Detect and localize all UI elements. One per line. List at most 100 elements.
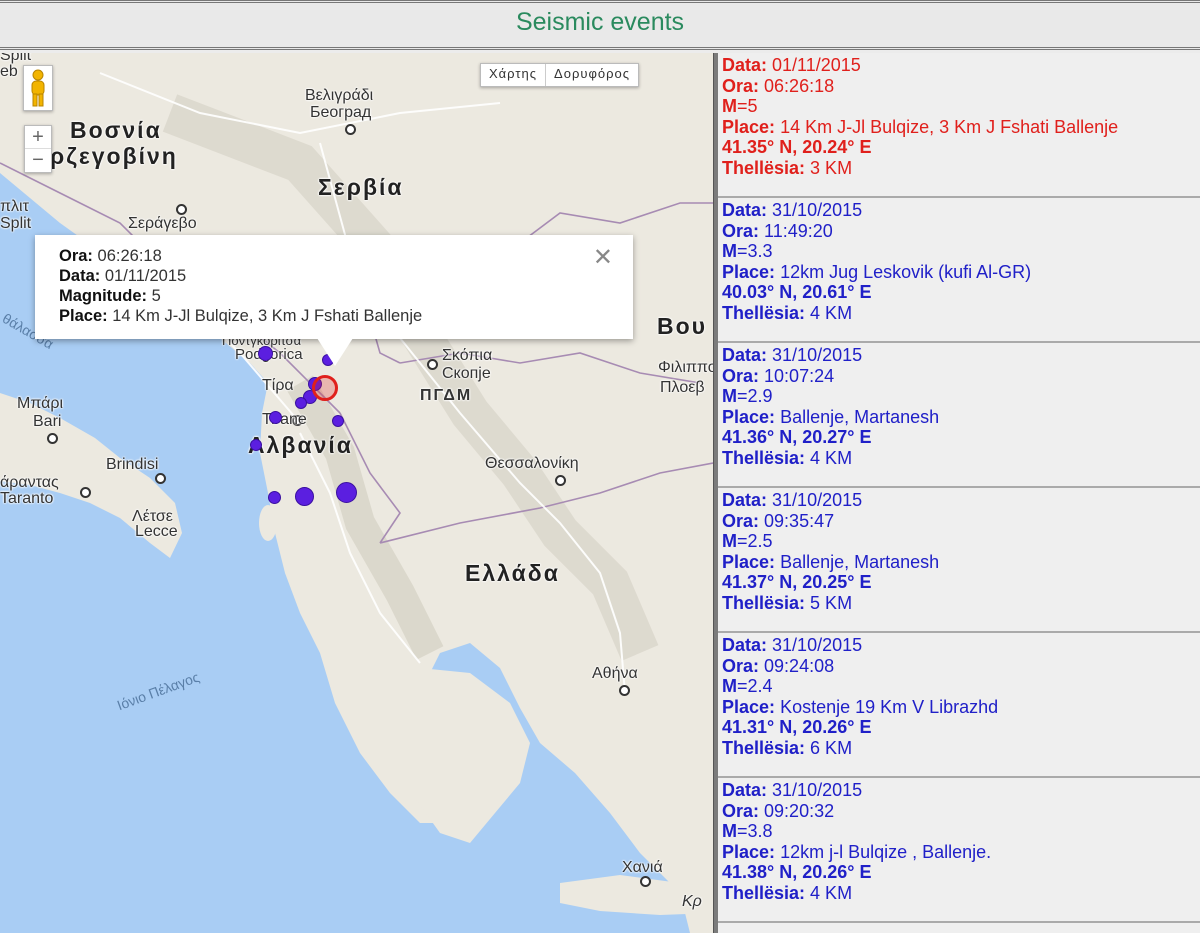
event-depth: Thellësia: 3 KM (722, 157, 853, 178)
event-coordinates: 41.36° N, 20.27° E (722, 427, 872, 447)
city-marker (640, 876, 651, 887)
zoom-in-button[interactable]: + (25, 126, 51, 149)
event-item[interactable]: Data: 31/10/2015 Ora: 09:20:32 M=3.8 Place:… (718, 778, 1200, 923)
map-label-city: Београд (310, 104, 372, 121)
page-title: Seismic events (515, 8, 685, 36)
event-depth: Thellësia: 5 KM (722, 592, 853, 613)
zoom-control: + − (24, 125, 52, 173)
popup-tail (317, 338, 353, 366)
popup-label: Data: (59, 267, 101, 285)
event-time: Ora: 11:49:20 (722, 220, 833, 241)
event-magnitude: M=5 (722, 96, 758, 116)
map-label-city: Πλοεβ (660, 379, 705, 396)
map-type-satellite-button[interactable]: Δορυφόρος (546, 64, 638, 86)
event-date: Data: 31/10/2015 (722, 780, 863, 800)
map-label-country: Βου (657, 313, 708, 339)
city-marker (155, 473, 166, 484)
event-marker[interactable] (258, 346, 273, 361)
map-label-city: Σεράγεβο (128, 215, 197, 232)
event-magnitude: M=2.5 (722, 531, 773, 551)
popup-label: Ora: (59, 247, 93, 265)
event-magnitude: M=2.4 (722, 676, 773, 696)
map-label-city: Μπάρι (17, 395, 64, 412)
event-marker[interactable] (332, 415, 344, 427)
street-view-button[interactable] (23, 65, 53, 111)
event-place: Place: Ballenje, Martanesh (722, 406, 940, 427)
map-label-city: Φιλιππο (658, 359, 713, 376)
city-marker (555, 475, 566, 486)
event-marker[interactable] (295, 487, 314, 506)
event-date: Data: 01/11/2015 (722, 55, 861, 75)
map-label-city: πλιτ (0, 198, 29, 215)
event-coordinates: 41.35° N, 20.24° E (722, 137, 872, 157)
event-coordinates: 40.03° N, 20.61° E (722, 282, 872, 302)
map-label-country: Αλβανία (248, 432, 353, 458)
event-place: Place: 14 Km J-Jl Bulqize, 3 Km J Fshati… (722, 116, 1119, 137)
event-coordinates: 41.31° N, 20.26° E (722, 717, 872, 737)
map-label-city: Τίρα (262, 377, 294, 394)
event-place: Place: Ballenje, Martanesh (722, 551, 940, 572)
info-popup: Ora: 06:26:18 Data: 01/11/2015 Magnitude… (35, 235, 633, 366)
map-label-city: Lecce (135, 523, 178, 540)
popup-row-place: Place: 14 Km J-Jl Bulqize, 3 Km J Fshati… (59, 307, 422, 326)
map-type-map-button[interactable]: Χάρτης (481, 64, 547, 86)
city-marker (176, 204, 187, 215)
popup-label: Place: (59, 307, 108, 325)
city-marker (427, 359, 438, 370)
map-label-country: Ελλάδα (465, 560, 560, 586)
event-marker[interactable] (250, 439, 262, 451)
event-magnitude: M=2.9 (722, 386, 773, 406)
city-marker (47, 433, 58, 444)
pegman-icon (31, 69, 45, 107)
map-label-country: Σερβία (318, 174, 404, 200)
event-item[interactable]: Data: 01/11/2015 Ora: 06:26:18 M=5 Place: 1… (718, 53, 1200, 198)
event-item[interactable]: Data: 31/10/2015 Ora: 10:07:24 M=2.9 Place:… (718, 343, 1200, 488)
event-item[interactable]: Data: 31/10/2015 Ora: 09:35:47 M=2.5 Place:… (718, 488, 1200, 633)
event-depth: Thellësia: 4 KM (722, 447, 853, 468)
event-time: Ora: 06:26:18 (722, 75, 835, 96)
map-label-city: Bari (33, 413, 62, 430)
event-marker[interactable] (268, 491, 281, 504)
event-time: Ora: 09:35:47 (722, 510, 835, 531)
event-date: Data: 31/10/2015 (722, 345, 863, 365)
map-label-city: Split (0, 215, 32, 232)
map-label-city: Brindisi (106, 456, 159, 473)
event-place: Place: 12km j-l Bulqize , Ballenje. (722, 841, 992, 862)
map-view[interactable]: Split eb Βοσνία ρζεγοβίνη Βελιγράδι Беог… (0, 53, 713, 933)
event-time: Ora: 10:07:24 (722, 365, 835, 386)
map-label-city: Βελιγράδι (305, 87, 374, 104)
map-label-country: ΠΓΔΜ (420, 387, 473, 404)
event-marker-selected[interactable] (312, 375, 338, 401)
event-place: Place: Kostenje 19 Km V Librazhd (722, 696, 999, 717)
event-marker[interactable] (336, 482, 357, 503)
popup-row-magnitude: Magnitude: 5 (59, 287, 161, 306)
popup-value: 5 (151, 287, 161, 305)
close-icon[interactable]: ✕ (593, 243, 613, 272)
event-depth: Thellësia: 6 KM (722, 737, 853, 758)
event-date: Data: 31/10/2015 (722, 490, 863, 510)
map-label-city: Taranto (0, 490, 54, 507)
map-label-city: Скопје (442, 365, 491, 382)
event-magnitude: M=3.8 (722, 821, 773, 841)
event-coordinates: 41.37° N, 20.25° E (722, 572, 872, 592)
popup-value: 14 Km J-Jl Bulqize, 3 Km J Fshati Ballen… (112, 307, 423, 325)
event-marker[interactable] (269, 411, 282, 424)
map-label-city: Κρ (682, 893, 702, 910)
event-marker[interactable] (295, 397, 307, 409)
zoom-out-button[interactable]: − (25, 149, 51, 171)
event-item[interactable]: Data: 31/10/2015 Ora: 11:49:20 M=3.3 Place:… (718, 198, 1200, 343)
city-marker (619, 685, 630, 696)
event-time: Ora: 09:20:32 (722, 800, 835, 821)
popup-value: 06:26:18 (97, 247, 162, 265)
event-depth: Thellësia: 4 KM (722, 882, 853, 903)
popup-row-time: Ora: 06:26:18 (59, 247, 162, 266)
map-label-country: Βοσνία (70, 117, 162, 143)
city-marker (345, 124, 356, 135)
map-label-city: Αθήνα (592, 665, 638, 682)
map-label-city: Χανιά (622, 859, 663, 876)
map-label-city: Θεσσαλονίκη (485, 455, 579, 472)
popup-label: Magnitude: (59, 287, 147, 305)
event-item[interactable]: Data: 31/10/2015 Ora: 09:24:08 M=2.4 Place:… (718, 633, 1200, 778)
event-depth: Thellësia: 4 KM (722, 302, 853, 323)
events-list[interactable]: Data: 01/11/2015 Ora: 06:26:18 M=5 Place: 1… (718, 53, 1200, 933)
